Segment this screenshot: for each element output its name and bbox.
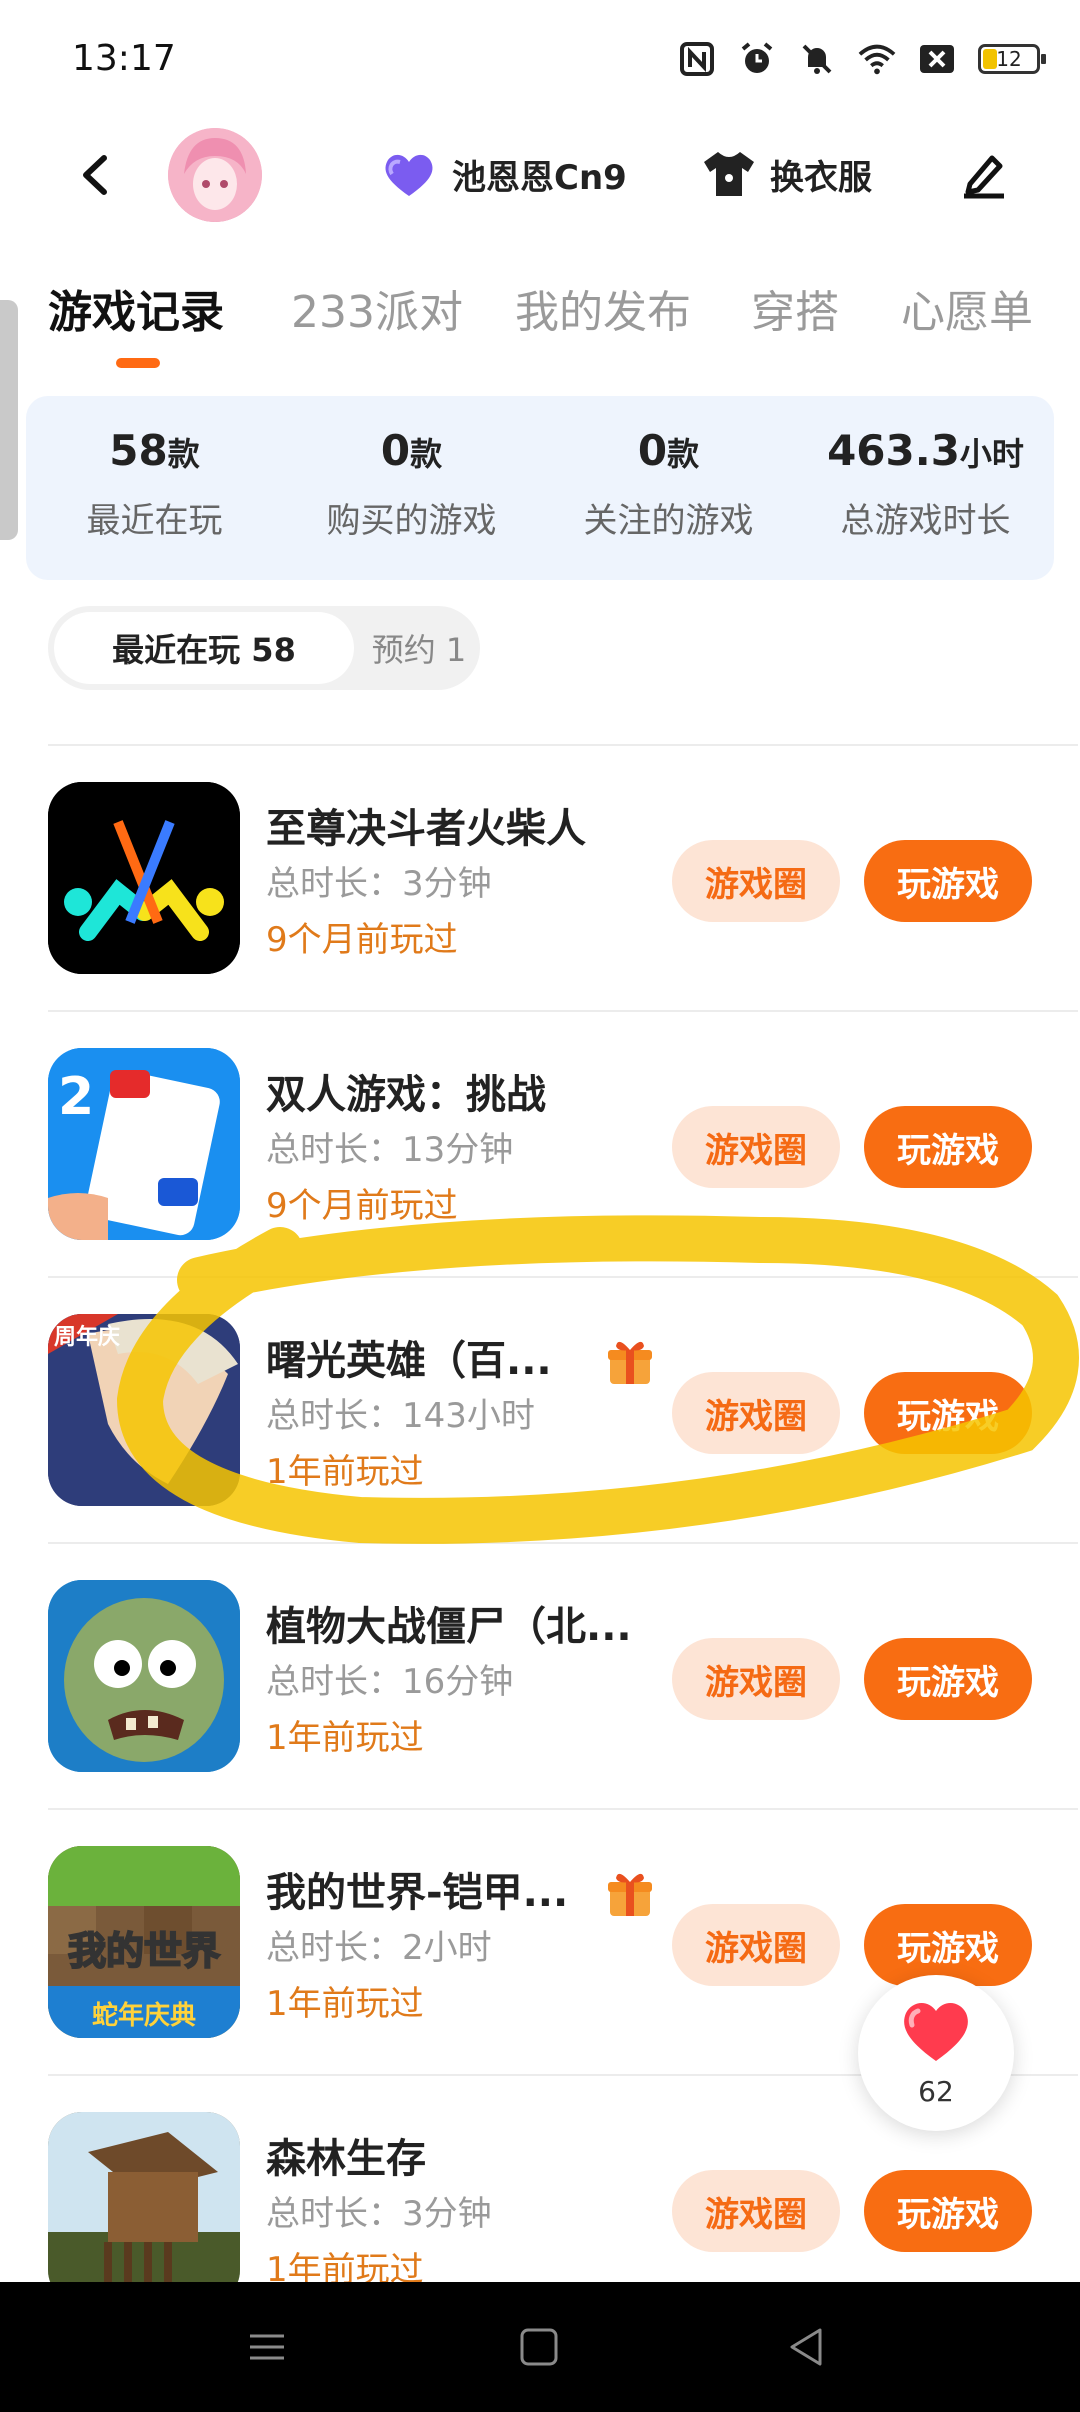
stat-label: 总游戏时长	[840, 501, 1011, 541]
stat-value: 0	[637, 426, 668, 475]
game-duration: 总时长：3分钟	[266, 2194, 492, 2234]
game-circle-button[interactable]: 游戏圈	[672, 1372, 840, 1454]
back-nav-icon[interactable]	[782, 2322, 832, 2372]
profile-tabs: 游戏记录 233派对 我的发布 穿搭 心愿单	[48, 276, 1041, 340]
status-icons: 12	[678, 40, 1046, 78]
game-icon[interactable]: 周年庆	[48, 1314, 240, 1506]
battery-level: 12	[996, 47, 1022, 71]
game-row[interactable]: 2 双人游戏：挑战 总时长：13分钟 9个月前玩过 游戏圈 玩游戏	[0, 1010, 1080, 1276]
couple-heart-icon	[378, 150, 440, 200]
game-last-played: 1年前玩过	[266, 1984, 424, 2024]
stat-value: 58	[109, 426, 168, 475]
wifi-icon	[858, 40, 896, 78]
avatar[interactable]	[168, 128, 262, 222]
play-game-button[interactable]: 玩游戏	[864, 2170, 1032, 2252]
stat-total-time[interactable]: 463.3小时 总游戏时长	[797, 426, 1054, 542]
game-last-played: 9个月前玩过	[266, 1186, 458, 1226]
menu-nav-icon[interactable]	[242, 2322, 292, 2372]
stat-unit: 款	[410, 435, 443, 473]
game-title: 至尊决斗者火柴人	[266, 806, 586, 852]
game-circle-button[interactable]: 游戏圈	[672, 1638, 840, 1720]
like-button[interactable]: 62	[858, 1975, 1014, 2131]
alarm-icon	[738, 40, 776, 78]
stat-label: 购买的游戏	[326, 501, 497, 541]
status-time: 13:17	[72, 38, 176, 79]
shirt-icon[interactable]	[700, 148, 758, 200]
active-tab-indicator	[116, 358, 160, 368]
home-nav-icon[interactable]	[514, 2322, 564, 2372]
nfc-icon	[678, 40, 716, 78]
icon-badge-text: 我的世界	[68, 1929, 220, 1973]
tab-game-records[interactable]: 游戏记录	[48, 276, 291, 340]
back-button[interactable]	[72, 150, 122, 200]
game-circle-button[interactable]: 游戏圈	[672, 2170, 840, 2252]
play-game-button[interactable]: 玩游戏	[864, 1904, 1032, 1986]
heart-icon	[904, 2002, 968, 2061]
nickname[interactable]: 池恩恩Cn9	[452, 150, 627, 199]
tab-outfits[interactable]: 穿搭	[751, 276, 901, 340]
tab-233-party[interactable]: 233派对	[291, 276, 515, 340]
stat-value: 463.3	[827, 426, 960, 475]
game-last-played: 9个月前玩过	[266, 920, 458, 960]
stats-panel: 58款 最近在玩 0款 购买的游戏 0款 关注的游戏 463.3小时 总游戏时长	[26, 396, 1054, 580]
game-title: 曙光英雄（百...	[266, 1338, 552, 1384]
game-circle-button[interactable]: 游戏圈	[672, 1904, 840, 1986]
stat-purchased[interactable]: 0款 购买的游戏	[283, 426, 540, 542]
like-count: 62	[918, 2075, 954, 2108]
battery-icon: 12	[978, 44, 1046, 74]
stat-unit: 小时	[959, 435, 1024, 473]
stat-label: 关注的游戏	[583, 501, 754, 541]
stat-unit: 款	[167, 435, 200, 473]
mute-bell-icon	[798, 40, 836, 78]
gift-icon[interactable]	[604, 1868, 656, 1920]
stat-label: 最近在玩	[86, 501, 223, 541]
game-row[interactable]: 周年庆 曙光英雄（百... 总时长：143小时 1年前玩过 游戏圈 玩游戏	[0, 1276, 1080, 1542]
change-outfit-button[interactable]: 换衣服	[770, 150, 872, 199]
game-duration: 总时长：3分钟	[266, 864, 492, 904]
game-duration: 总时长：16分钟	[266, 1662, 514, 1702]
play-game-button[interactable]: 玩游戏	[864, 1106, 1032, 1188]
filter-recent-chip[interactable]: 最近在玩 58	[54, 612, 354, 684]
tab-wishlist[interactable]: 心愿单	[901, 276, 1041, 340]
stat-followed[interactable]: 0款 关注的游戏	[540, 426, 797, 542]
stat-unit: 款	[667, 435, 700, 473]
filter-chips: 最近在玩 58 预约 1	[48, 606, 480, 690]
play-game-button[interactable]: 玩游戏	[864, 1638, 1032, 1720]
play-game-button[interactable]: 玩游戏	[864, 840, 1032, 922]
game-duration: 总时长：2小时	[266, 1928, 492, 1968]
game-row[interactable]: 至尊决斗者火柴人 总时长：3分钟 9个月前玩过 游戏圈 玩游戏	[0, 744, 1080, 1010]
edit-icon[interactable]	[958, 148, 1010, 200]
filter-reserve-chip[interactable]: 预约 1	[364, 612, 474, 684]
game-icon[interactable]	[48, 1580, 240, 1772]
play-game-button[interactable]: 玩游戏	[864, 1372, 1032, 1454]
stat-value: 0	[380, 426, 411, 475]
game-last-played: 1年前玩过	[266, 1452, 424, 1492]
status-bar: 13:17 12	[0, 0, 1080, 110]
tab-my-posts[interactable]: 我的发布	[515, 276, 751, 340]
gift-icon[interactable]	[604, 1336, 656, 1388]
game-title: 双人游戏：挑战	[266, 1072, 546, 1118]
game-last-played: 1年前玩过	[266, 1718, 424, 1758]
game-icon[interactable]	[48, 782, 240, 974]
game-row[interactable]: 植物大战僵尸（北... 总时长：16分钟 1年前玩过 游戏圈 玩游戏	[0, 1542, 1080, 1808]
game-duration: 总时长：143小时	[266, 1396, 535, 1436]
game-icon[interactable]: 我的世界 蛇年庆典	[48, 1846, 240, 2038]
icon-badge-text: 周年庆	[54, 1324, 120, 1350]
game-icon[interactable]: 2	[48, 1048, 240, 1240]
game-circle-button[interactable]: 游戏圈	[672, 1106, 840, 1188]
game-duration: 总时长：13分钟	[266, 1130, 514, 1170]
game-title: 我的世界-铠甲...	[266, 1870, 569, 1916]
icon-badge-subtext: 蛇年庆典	[92, 2000, 196, 2031]
game-circle-button[interactable]: 游戏圈	[672, 840, 840, 922]
svg-text:2: 2	[58, 1067, 94, 1127]
system-nav-bar	[0, 2282, 1080, 2412]
stat-recent[interactable]: 58款 最近在玩	[26, 426, 283, 542]
game-title: 植物大战僵尸（北...	[266, 1604, 632, 1650]
game-title: 森林生存	[266, 2136, 426, 2182]
edge-handle[interactable]	[0, 300, 18, 540]
no-sim-icon	[918, 40, 956, 78]
game-icon[interactable]	[48, 2112, 240, 2304]
